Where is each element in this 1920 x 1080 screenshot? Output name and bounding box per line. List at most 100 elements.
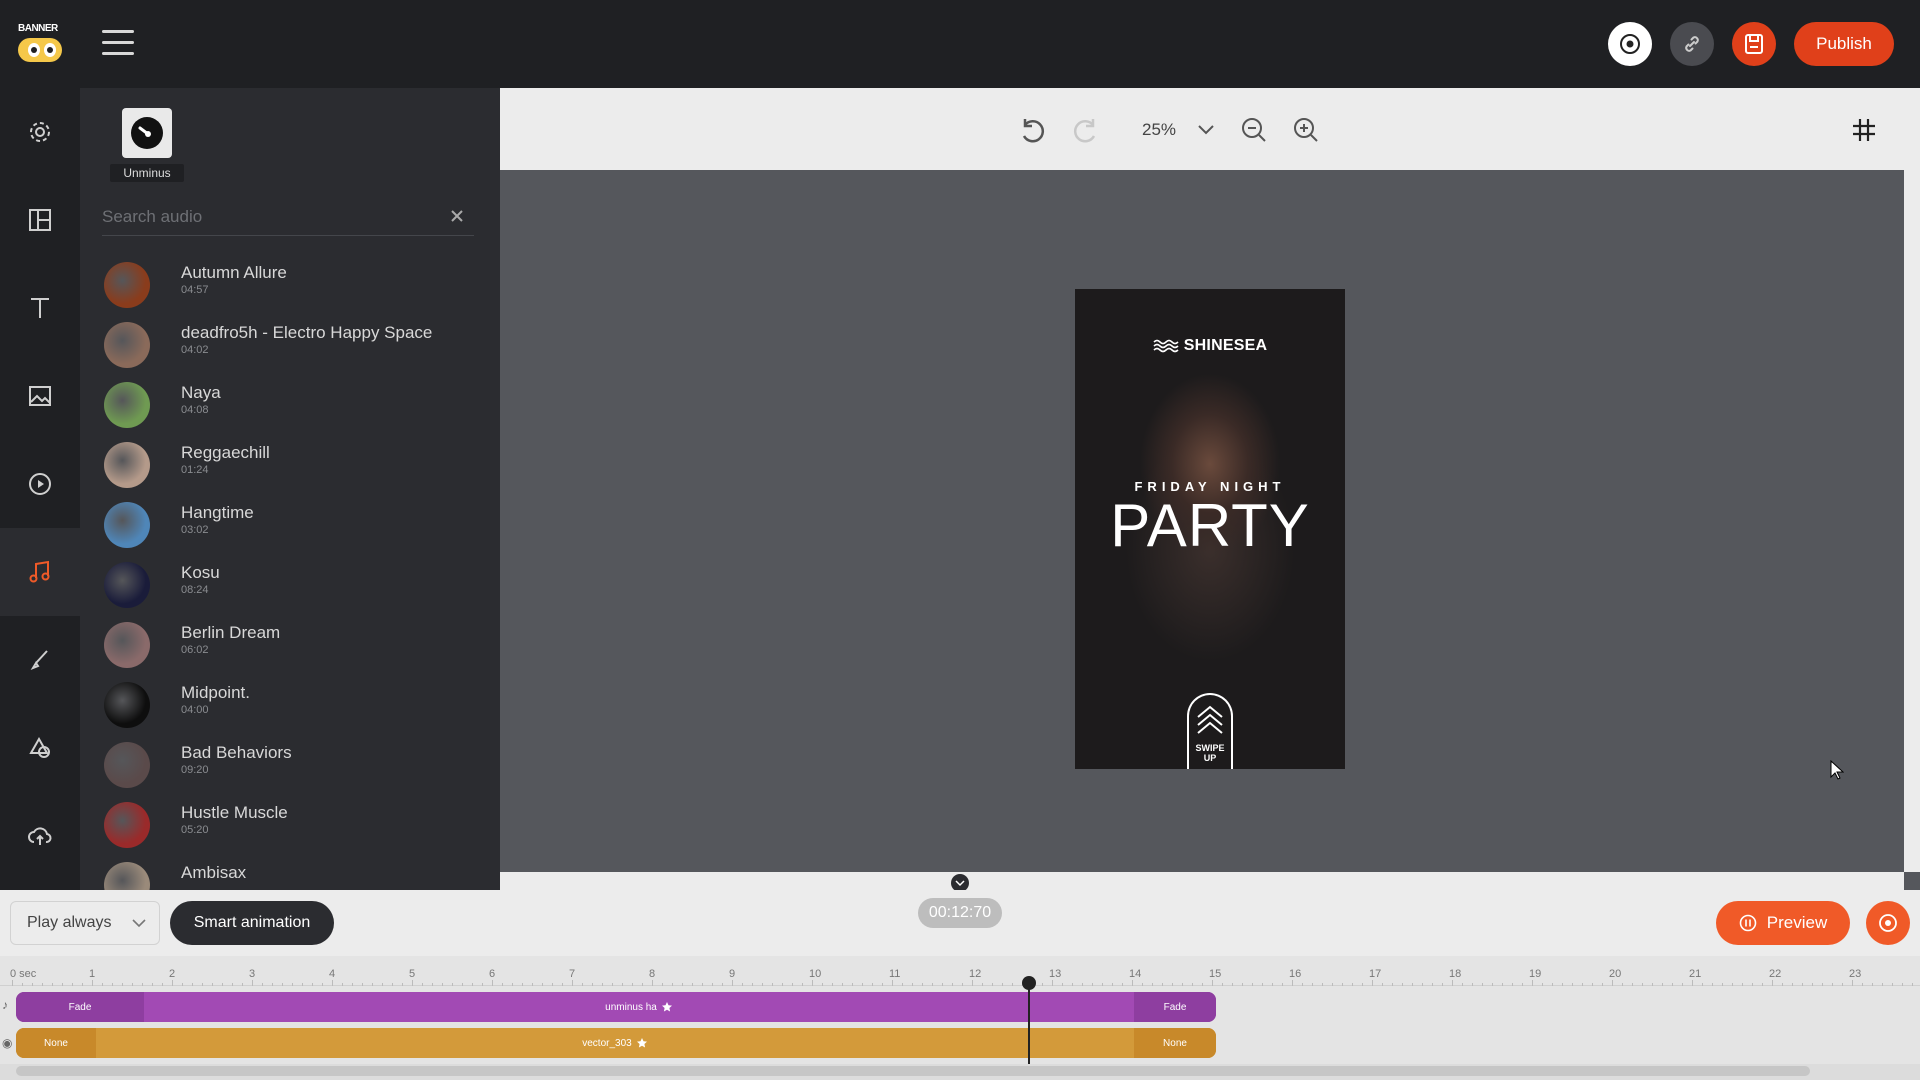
visual-track-label: vector_303 [96, 1028, 1134, 1058]
ruler-tick-mark [612, 983, 613, 986]
ruler-tick-mark [1712, 983, 1713, 986]
ruler-tick-mark [1622, 983, 1623, 986]
star-icon [661, 1002, 672, 1012]
ruler-tick-mark [932, 983, 933, 986]
ruler-tick-mark [962, 983, 963, 986]
track-item[interactable]: Bad Behaviors 09:20 [102, 738, 482, 794]
ruler-tick-mark [352, 983, 353, 986]
ruler-tick-label: 21 [1689, 968, 1702, 980]
ruler-tick-mark [622, 983, 623, 986]
ruler-tick-label: 18 [1449, 968, 1462, 980]
text-icon [31, 298, 49, 318]
menu-icon[interactable] [102, 30, 134, 58]
canvas-toolbar: 25% [500, 88, 1920, 170]
redo-icon[interactable] [1068, 112, 1104, 148]
ruler-tick-mark [1052, 980, 1053, 986]
ruler-tick-mark [1562, 983, 1563, 986]
track-item[interactable]: Reggaechill 01:24 [102, 438, 482, 494]
zoom-out-icon[interactable] [1236, 112, 1272, 148]
ruler-tick-mark [1822, 983, 1823, 986]
ruler-tick-mark [672, 983, 673, 986]
timeline-scrollbar[interactable] [16, 1066, 1810, 1076]
ruler-tick-mark [82, 983, 83, 986]
zoom-in-icon[interactable] [1288, 112, 1324, 148]
track-item[interactable]: Hangtime 03:02 [102, 498, 482, 554]
gear-icon [30, 122, 50, 142]
track-item[interactable]: Hustle Muscle 05:20 [102, 798, 482, 854]
ruler-tick-mark [1282, 983, 1283, 986]
ruler-tick-mark [1532, 980, 1533, 986]
ruler-tick-mark [1492, 983, 1493, 986]
mouse-cursor-icon [1830, 760, 1844, 780]
rail-audio[interactable] [0, 528, 80, 616]
track-item[interactable]: Ambisax [102, 858, 482, 890]
rail-images[interactable] [0, 352, 80, 440]
ruler-tick-mark [852, 983, 853, 986]
ruler-tick-mark [1292, 980, 1293, 986]
ruler-tick-mark [262, 983, 263, 986]
track-cover [104, 682, 150, 728]
rail-upload[interactable] [0, 792, 80, 880]
ruler-tick-mark [982, 983, 983, 986]
timeline[interactable]: 0 sec 1 2 3 4 5 6 7 8 9 10 11 12 13 14 15 16 17 18 19 20 21 2… [0, 956, 1920, 1080]
audio-track-bar[interactable]: Fade unminus ha Fade [16, 992, 1216, 1022]
zoom-level[interactable]: 25% [1142, 120, 1176, 140]
track-item[interactable]: Kosu 08:24 [102, 558, 482, 614]
save-icon[interactable] [1732, 22, 1776, 66]
rail-shapes[interactable] [0, 704, 80, 792]
visual-out-animation[interactable]: None [1134, 1028, 1216, 1058]
brand-logo[interactable]: SHINESEA [1075, 337, 1345, 355]
rail-settings[interactable] [0, 88, 80, 176]
ruler-tick-mark [522, 983, 523, 986]
bannerboo-logo[interactable]: BANNER [16, 24, 64, 64]
undo-icon[interactable] [1014, 112, 1050, 148]
ruler-tick-mark [1702, 983, 1703, 986]
preview-button[interactable]: Preview [1716, 901, 1850, 945]
ruler-tick-mark [1602, 983, 1603, 986]
grid-icon[interactable] [1846, 112, 1882, 148]
track-item[interactable]: deadfro5h - Electro Happy Space 04:02 [102, 318, 482, 374]
rail-layout[interactable] [0, 176, 80, 264]
ruler-tick-mark [792, 983, 793, 986]
event-title[interactable]: PARTY [1075, 491, 1345, 560]
ruler-tick-mark [1632, 983, 1633, 986]
publish-button[interactable]: Publish [1794, 22, 1894, 66]
record-icon[interactable] [1608, 22, 1652, 66]
swipe-up-badge[interactable]: SWIPE UP [1187, 693, 1233, 769]
play-mode-select[interactable]: Play always [10, 901, 160, 945]
rail-draw[interactable] [0, 616, 80, 704]
track-cover [104, 742, 150, 788]
track-cover [104, 622, 150, 668]
horizontal-scrollbar[interactable] [500, 872, 1904, 890]
rail-video[interactable] [0, 440, 80, 528]
audio-fade-out[interactable]: Fade [1134, 992, 1216, 1022]
visual-track-bar[interactable]: None vector_303 None [16, 1028, 1216, 1058]
track-item[interactable]: Naya 04:08 [102, 378, 482, 434]
track-item[interactable]: Autumn Allure 04:57 [102, 258, 482, 314]
chevron-down-icon[interactable] [1188, 112, 1224, 148]
ruler-tick-mark [1142, 983, 1143, 986]
close-icon[interactable] [446, 205, 468, 227]
ruler-tick-mark [562, 983, 563, 986]
ruler-tick-mark [1122, 983, 1123, 986]
ruler-tick-mark [212, 983, 213, 986]
track-duration: 04:00 [181, 704, 209, 716]
ruler-tick-mark [1202, 983, 1203, 986]
smart-animation-button[interactable]: Smart animation [170, 901, 334, 945]
link-icon[interactable] [1670, 22, 1714, 66]
playhead-handle[interactable] [1022, 976, 1036, 990]
artboard[interactable]: SHINESEA FRIDAY NIGHT PARTY SWIPE UP [1075, 289, 1345, 769]
rail-text[interactable] [0, 264, 80, 352]
ruler-tick-mark [1672, 983, 1673, 986]
track-item[interactable]: Berlin Dream 06:02 [102, 618, 482, 674]
track-item[interactable]: Midpoint. 04:00 [102, 678, 482, 734]
audio-fade-in[interactable]: Fade [16, 992, 144, 1022]
search-audio-input[interactable] [102, 202, 432, 232]
timeline-ruler[interactable]: 0 sec 1 2 3 4 5 6 7 8 9 10 11 12 13 14 15 16 17 18 19 20 21 2… [0, 956, 1920, 986]
visual-in-animation[interactable]: None [16, 1028, 96, 1058]
audio-source-unminus[interactable] [122, 108, 172, 158]
vertical-scrollbar[interactable] [1904, 170, 1920, 872]
track-cover [104, 562, 150, 608]
record-button[interactable] [1866, 901, 1910, 945]
ruler-tick-label: 3 [249, 968, 256, 980]
